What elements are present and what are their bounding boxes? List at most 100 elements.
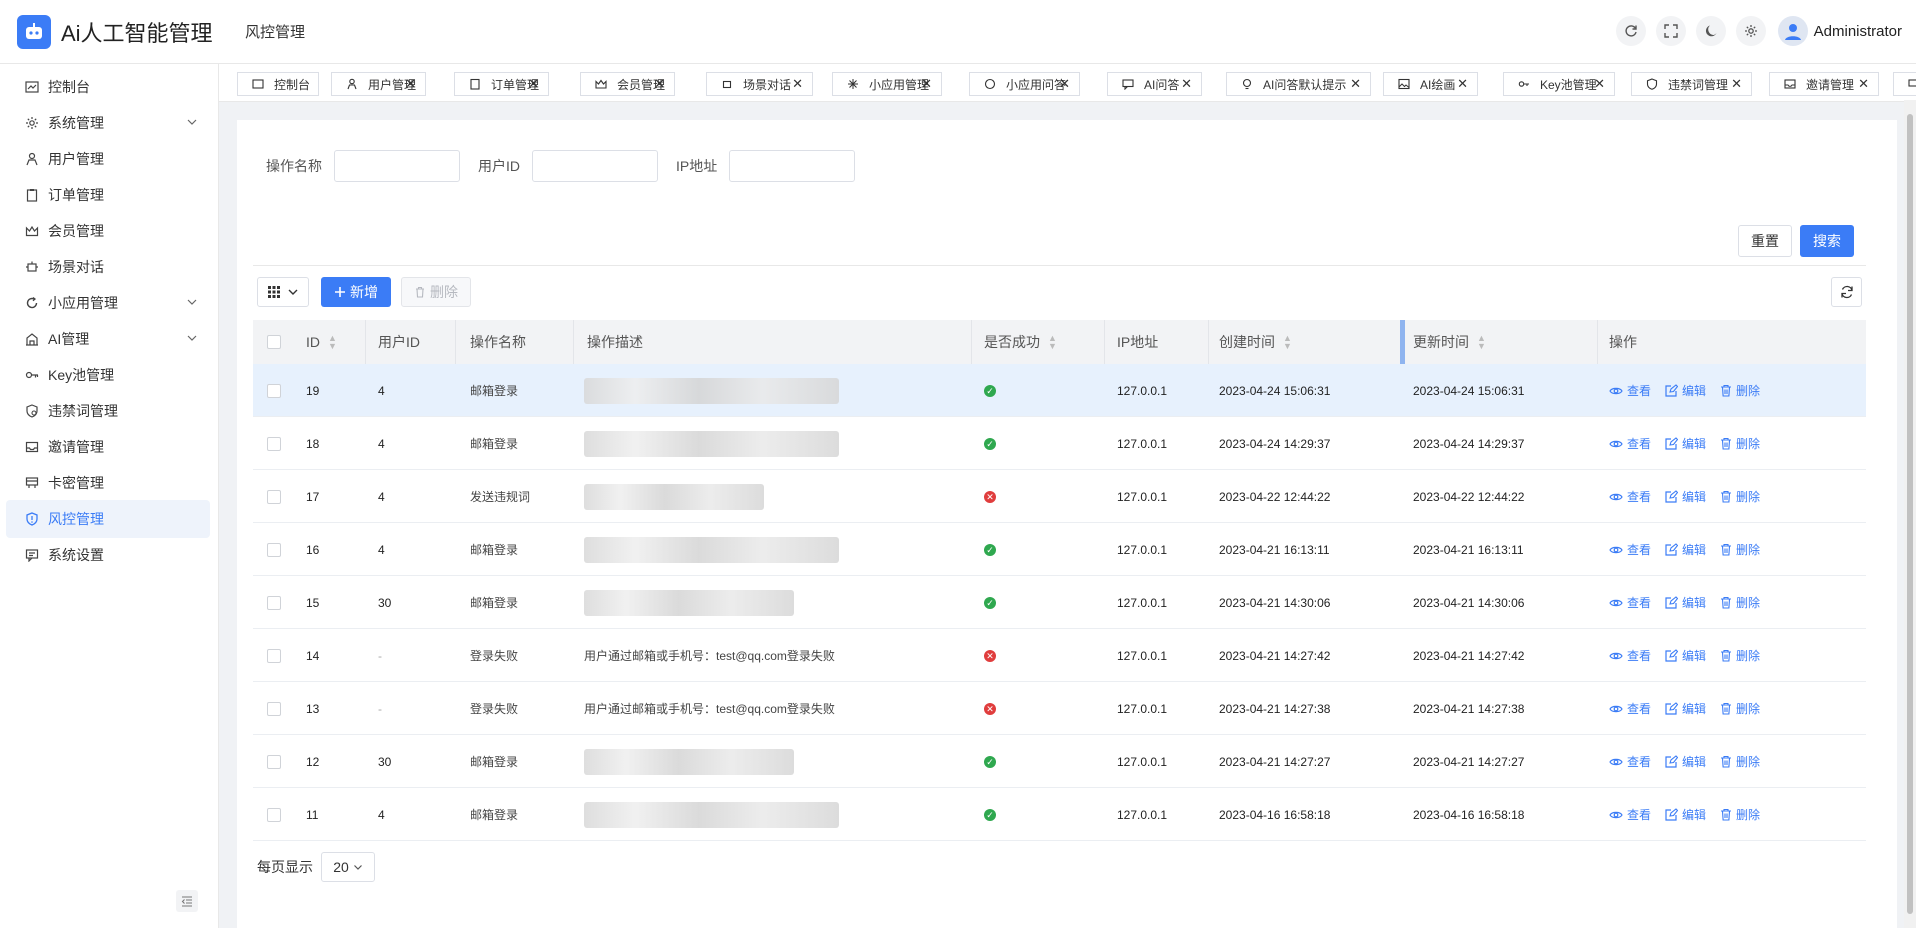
- delete-button[interactable]: 删除: [1720, 700, 1760, 717]
- sidebar-item-system-settings[interactable]: 系统设置: [6, 536, 210, 574]
- sidebar-item-system[interactable]: 系统管理: [6, 104, 210, 142]
- col-id[interactable]: ID ▲ ▼: [306, 320, 337, 364]
- tab-invites[interactable]: 邀请管理 ✕: [1769, 72, 1879, 96]
- edit-button[interactable]: 编辑: [1665, 382, 1706, 399]
- close-icon[interactable]: ✕: [1059, 76, 1070, 92]
- tab-overflow[interactable]: [1893, 72, 1916, 96]
- close-icon[interactable]: ✕: [528, 76, 539, 92]
- settings-button[interactable]: [1735, 16, 1766, 46]
- avatar[interactable]: [1777, 16, 1808, 46]
- view-button[interactable]: 查看: [1609, 488, 1651, 505]
- close-icon[interactable]: ✕: [1350, 76, 1361, 92]
- sidebar-item-users[interactable]: 用户管理: [6, 140, 210, 178]
- col-success[interactable]: 是否成功 ▲ ▼: [984, 320, 1057, 364]
- bulk-delete-button[interactable]: 删除: [401, 277, 471, 307]
- view-button[interactable]: 查看: [1609, 700, 1651, 717]
- col-updated[interactable]: 更新时间 ▲ ▼: [1413, 320, 1486, 364]
- table-row[interactable]: 14 - 登录失败 用户通过邮箱或手机号：test@qq.com登录失败 ✕ 1…: [253, 629, 1866, 682]
- sidebar-item-orders[interactable]: 订单管理: [6, 176, 210, 214]
- col-created[interactable]: 创建时间 ▲ ▼: [1219, 320, 1292, 364]
- row-checkbox[interactable]: [267, 364, 281, 417]
- sidebar-collapse-button[interactable]: [176, 890, 198, 912]
- sidebar-item-ai[interactable]: AI管理: [6, 320, 210, 358]
- tab-mini-app-qa[interactable]: 小应用问答 ✕: [969, 72, 1080, 96]
- close-icon[interactable]: ✕: [1731, 76, 1742, 92]
- tab-scenes[interactable]: 场景对话 ✕: [706, 72, 813, 96]
- row-checkbox[interactable]: [267, 682, 281, 735]
- tab-users[interactable]: 用户管理 ✕: [331, 72, 426, 96]
- op-name-input[interactable]: [334, 150, 460, 182]
- tab-members[interactable]: 会员管理 ✕: [580, 72, 675, 96]
- delete-button[interactable]: 删除: [1720, 806, 1760, 823]
- sidebar-item-scenes[interactable]: 场景对话: [6, 248, 210, 286]
- edit-button[interactable]: 编辑: [1665, 647, 1706, 664]
- delete-button[interactable]: 删除: [1720, 435, 1760, 452]
- row-checkbox[interactable]: [267, 470, 281, 523]
- add-button[interactable]: 新增: [321, 277, 391, 307]
- view-button[interactable]: 查看: [1609, 382, 1651, 399]
- view-button[interactable]: 查看: [1609, 647, 1651, 664]
- sidebar-item-key-pool[interactable]: Key池管理: [6, 356, 210, 394]
- search-button[interactable]: 搜索: [1800, 225, 1854, 257]
- edit-button[interactable]: 编辑: [1665, 753, 1706, 770]
- row-checkbox[interactable]: [267, 735, 281, 788]
- tab-banned-words[interactable]: 违禁词管理 ✕: [1631, 72, 1752, 96]
- view-button[interactable]: 查看: [1609, 594, 1651, 611]
- tab-dashboard[interactable]: 控制台: [237, 72, 319, 96]
- close-icon[interactable]: ✕: [405, 76, 416, 92]
- table-row[interactable]: 16 4 邮箱登录 ✓ 127.0.0.1 2023-04-21 16:13:1…: [253, 523, 1866, 576]
- edit-button[interactable]: 编辑: [1665, 594, 1706, 611]
- delete-button[interactable]: 删除: [1720, 647, 1760, 664]
- delete-button[interactable]: 删除: [1720, 488, 1760, 505]
- delete-button[interactable]: 删除: [1720, 382, 1760, 399]
- row-checkbox[interactable]: [267, 523, 281, 576]
- table-row[interactable]: 13 - 登录失败 用户通过邮箱或手机号：test@qq.com登录失败 ✕ 1…: [253, 682, 1866, 735]
- user-id-input[interactable]: [532, 150, 658, 182]
- close-icon[interactable]: ✕: [1457, 76, 1468, 92]
- column-settings-button[interactable]: [257, 277, 309, 307]
- close-icon[interactable]: ✕: [792, 76, 803, 92]
- select-all-checkbox[interactable]: [267, 320, 281, 364]
- view-button[interactable]: 查看: [1609, 541, 1651, 558]
- close-icon[interactable]: ✕: [1594, 76, 1605, 92]
- close-icon[interactable]: ✕: [1181, 76, 1192, 92]
- sidebar-item-members[interactable]: 会员管理: [6, 212, 210, 250]
- row-checkbox[interactable]: [267, 629, 281, 682]
- view-button[interactable]: 查看: [1609, 806, 1651, 823]
- row-checkbox[interactable]: [267, 576, 281, 629]
- table-row[interactable]: 12 30 邮箱登录 ✓ 127.0.0.1 2023-04-21 14:27:…: [253, 735, 1866, 788]
- edit-button[interactable]: 编辑: [1665, 488, 1706, 505]
- delete-button[interactable]: 删除: [1720, 541, 1760, 558]
- table-row[interactable]: 18 4 邮箱登录 ✓ 127.0.0.1 2023-04-24 14:29:3…: [253, 417, 1866, 470]
- close-icon[interactable]: ✕: [1858, 76, 1869, 92]
- tab-orders[interactable]: 订单管理 ✕: [454, 72, 549, 96]
- table-refresh-button[interactable]: [1831, 277, 1862, 307]
- close-icon[interactable]: ✕: [921, 76, 932, 92]
- fullscreen-button[interactable]: [1655, 16, 1686, 46]
- delete-button[interactable]: 删除: [1720, 753, 1760, 770]
- user-name[interactable]: Administrator: [1814, 23, 1902, 40]
- sidebar-item-card-keys[interactable]: 卡密管理: [6, 464, 210, 502]
- sidebar-item-invites[interactable]: 邀请管理: [6, 428, 210, 466]
- tab-key-pool[interactable]: Key池管理 ✕: [1503, 72, 1615, 96]
- reset-button[interactable]: 重置: [1738, 225, 1792, 257]
- view-button[interactable]: 查看: [1609, 435, 1651, 452]
- sidebar-item-risk-control[interactable]: 风控管理: [6, 500, 210, 538]
- edit-button[interactable]: 编辑: [1665, 541, 1706, 558]
- page-scrollbar[interactable]: [1904, 100, 1916, 928]
- edit-button[interactable]: 编辑: [1665, 435, 1706, 452]
- close-icon[interactable]: ✕: [654, 76, 665, 92]
- sidebar-item-banned-words[interactable]: 违禁词管理: [6, 392, 210, 430]
- table-row[interactable]: 11 4 邮箱登录 ✓ 127.0.0.1 2023-04-16 16:58:1…: [253, 788, 1866, 841]
- table-row[interactable]: 15 30 邮箱登录 ✓ 127.0.0.1 2023-04-21 14:30:…: [253, 576, 1866, 629]
- table-row[interactable]: 19 4 邮箱登录 ✓ 127.0.0.1 2023-04-24 15:06:3…: [253, 364, 1866, 417]
- view-button[interactable]: 查看: [1609, 753, 1651, 770]
- edit-button[interactable]: 编辑: [1665, 700, 1706, 717]
- sidebar-item-dashboard[interactable]: 控制台: [6, 68, 210, 106]
- table-row[interactable]: 17 4 发送违规词 ✕ 127.0.0.1 2023-04-22 12:44:…: [253, 470, 1866, 523]
- sidebar-item-mini-apps[interactable]: 小应用管理: [6, 284, 210, 322]
- row-checkbox[interactable]: [267, 417, 281, 470]
- page-size-select[interactable]: 20: [321, 852, 375, 882]
- tab-mini-apps[interactable]: 小应用管理 ✕: [832, 72, 942, 96]
- row-checkbox[interactable]: [267, 788, 281, 841]
